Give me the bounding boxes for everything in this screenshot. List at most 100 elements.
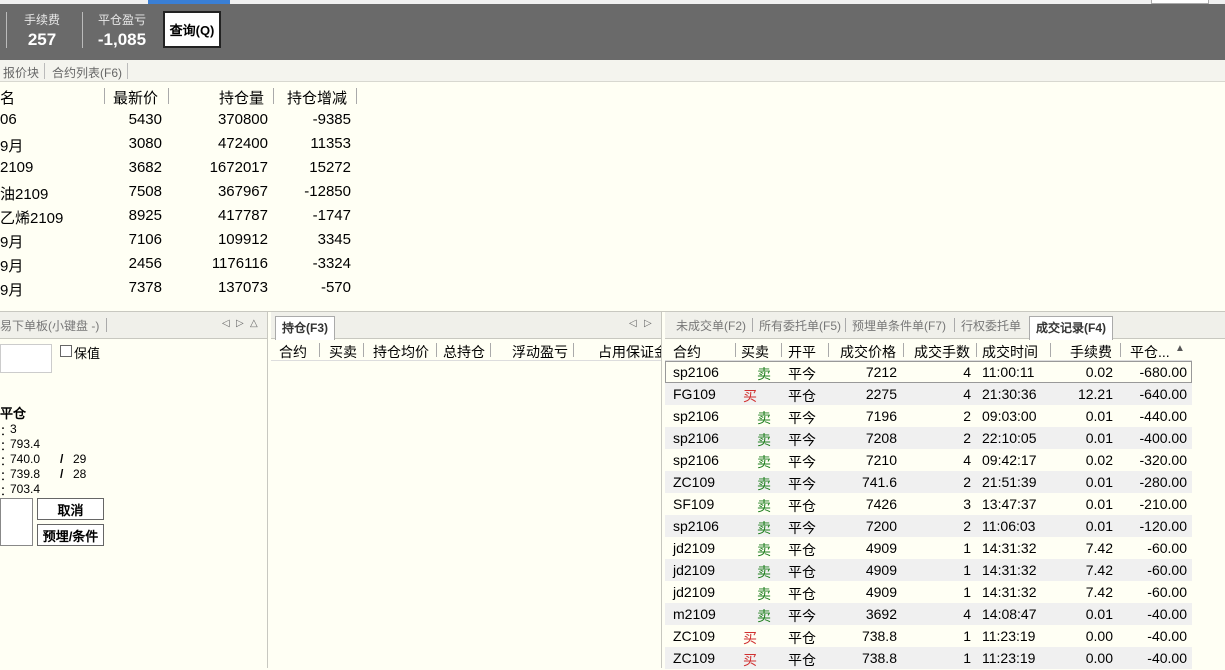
col-divider[interactable]: [273, 88, 274, 104]
trade-row[interactable]: jd2109 卖 平仓 4909 1 14:31:32 7.42 -60.00: [665, 581, 1192, 603]
col-floating-pnl[interactable]: 浮动盈亏: [512, 342, 568, 360]
col-divider[interactable]: [490, 343, 491, 357]
trade-close-pnl: -120.00: [1139, 518, 1187, 534]
trade-contract: jd2109: [673, 562, 716, 578]
order-panel-title[interactable]: 易下单板(小键盘 -): [0, 317, 99, 334]
tab-trade-records[interactable]: 成交记录(F4): [1029, 316, 1113, 340]
trade-row[interactable]: sp2106 卖 平今 7208 2 22:10:05 0.01 -400.00: [665, 427, 1192, 449]
col-divider[interactable]: [436, 343, 437, 357]
col-divider[interactable]: [828, 343, 829, 357]
scroll-left-icon[interactable]: ◁: [629, 318, 637, 329]
trade-row[interactable]: sp2106 卖 平今 7196 2 09:03:00 0.01 -440.00: [665, 405, 1192, 427]
preset-condition-button[interactable]: 预埋/条件: [37, 524, 104, 546]
trade-time: 11:00:11: [982, 364, 1035, 380]
col-side[interactable]: 买卖: [329, 342, 357, 360]
scroll-left-icon[interactable]: ◁: [222, 318, 230, 329]
quote-name: 9月: [0, 138, 24, 155]
quote-row[interactable]: 9月 3080 472400 11353: [0, 132, 360, 156]
tab-quote-block[interactable]: 报价块: [3, 64, 39, 81]
trade-row[interactable]: m2109 卖 平今 3692 4 14:08:47 0.01 -40.00: [665, 603, 1192, 625]
col-divider[interactable]: [976, 343, 977, 357]
trade-open-close: 平仓: [788, 388, 816, 404]
trade-row[interactable]: sp2106 卖 平今 7210 4 09:42:17 0.02 -320.00: [665, 449, 1192, 471]
scroll-right-icon[interactable]: ▷: [644, 318, 652, 329]
quantity-input[interactable]: [0, 498, 33, 546]
trade-time: 13:47:37: [982, 496, 1037, 512]
trade-open-close: 平仓: [788, 586, 816, 602]
col-fee[interactable]: 手续费: [1070, 342, 1112, 362]
trade-row[interactable]: FG109 买 平仓 2275 4 21:30:36 12.21 -640.00: [665, 383, 1192, 405]
col-close-pnl[interactable]: 平仓...: [1130, 342, 1170, 362]
col-name[interactable]: 名: [0, 87, 15, 108]
trade-row[interactable]: sp2106 卖 平今 7200 2 11:06:03 0.01 -120.00: [665, 515, 1192, 537]
col-divider[interactable]: [573, 343, 574, 357]
tab-contract-list[interactable]: 合约列表(F6): [52, 64, 122, 81]
quote-table-header: 名 最新价 持仓量 持仓增减: [0, 84, 360, 108]
sort-asc-icon[interactable]: ▲: [1175, 343, 1185, 354]
trade-row[interactable]: ZC109 卖 平今 741.6 2 21:51:39 0.01 -280.00: [665, 471, 1192, 493]
col-avg-price[interactable]: 持仓均价: [373, 342, 429, 360]
col-divider[interactable]: [781, 343, 782, 357]
trade-row[interactable]: jd2109 卖 平仓 4909 1 14:31:32 7.42 -60.00: [665, 537, 1192, 559]
quote-row[interactable]: 9月 2456 1176116 -3324: [0, 252, 360, 276]
divider: [6, 12, 7, 48]
tab-all-orders[interactable]: 所有委托单(F5): [759, 317, 841, 334]
trade-price: 7196: [865, 408, 897, 424]
col-divider[interactable]: [363, 343, 364, 357]
col-trade-price[interactable]: 成交价格: [840, 342, 896, 362]
cancel-button[interactable]: 取消: [37, 498, 104, 520]
col-open-close[interactable]: 开平: [788, 342, 816, 362]
trade-contract: sp2106: [673, 518, 719, 534]
price-input[interactable]: [0, 344, 52, 373]
col-trade-qty[interactable]: 成交手数: [914, 342, 970, 362]
tab-exercise-orders[interactable]: 行权委托单: [961, 317, 1021, 334]
quote-row[interactable]: 2109 3682 1672017 15272: [0, 156, 360, 180]
col-trade-time[interactable]: 成交时间: [982, 342, 1038, 362]
trade-side: 卖: [757, 608, 771, 624]
trade-qty: 1: [963, 628, 971, 644]
quote-row[interactable]: 9月 7106 109912 3345: [0, 228, 360, 252]
col-divider[interactable]: [356, 88, 357, 104]
trade-time: 21:30:36: [982, 386, 1037, 402]
trade-side: 卖: [757, 564, 771, 580]
trade-row[interactable]: ZC109 买 平仓 738.8 1 11:23:19 0.00 -40.00: [665, 647, 1192, 669]
keep-margin-checkbox[interactable]: [60, 345, 72, 357]
col-divider[interactable]: [168, 88, 169, 104]
trade-price: 7212: [865, 364, 897, 380]
col-divider[interactable]: [1050, 343, 1051, 357]
col-divider[interactable]: [319, 343, 320, 357]
quote-row[interactable]: 9月 7378 137073 -570: [0, 276, 360, 300]
order-line-value: 703.4: [10, 482, 41, 496]
col-divider[interactable]: [903, 343, 904, 357]
quote-open-interest: 137073: [217, 279, 268, 296]
trade-row[interactable]: SF109 卖 平仓 7426 3 13:47:37 0.01 -210.00: [665, 493, 1192, 515]
tab-positions[interactable]: 持仓(F3): [275, 316, 335, 340]
query-button[interactable]: 查询(Q): [163, 11, 221, 48]
col-margin[interactable]: 占用保证金: [598, 342, 661, 360]
position-panel-tabbar: 持仓(F3) ◁ ▷: [271, 312, 661, 340]
tab-preset-orders[interactable]: 预埋单条件单(F7): [852, 317, 946, 334]
quote-row[interactable]: 06 5430 370800 -9385: [0, 108, 360, 132]
col-divider[interactable]: [104, 88, 105, 104]
quote-row[interactable]: 油2109 7508 367967 -12850: [0, 180, 360, 204]
quote-name: 乙烯2109: [0, 210, 64, 227]
collapse-icon[interactable]: △: [250, 318, 258, 329]
trade-row[interactable]: ZC109 买 平仓 738.8 1 11:23:19 0.00 -40.00: [665, 625, 1192, 647]
quote-row[interactable]: 乙烯2109 8925 417787 -1747: [0, 204, 360, 228]
col-divider[interactable]: [1120, 343, 1121, 357]
col-last-price[interactable]: 最新价: [113, 87, 158, 108]
trade-row[interactable]: jd2109 卖 平仓 4909 1 14:31:32 7.42 -60.00: [665, 559, 1192, 581]
trade-close-pnl: -40.00: [1147, 606, 1187, 622]
col-side[interactable]: 买卖: [741, 342, 769, 362]
col-contract[interactable]: 合约: [279, 342, 307, 360]
col-divider[interactable]: [735, 343, 736, 357]
trade-row[interactable]: sp2106 卖 平今 7212 4 11:00:11 0.02 -680.00: [665, 361, 1192, 383]
scroll-right-icon[interactable]: ▷: [236, 318, 244, 329]
col-contract[interactable]: 合约: [673, 342, 701, 362]
col-total-position[interactable]: 总持仓: [443, 342, 485, 360]
col-open-interest[interactable]: 持仓量: [219, 87, 264, 108]
trade-close-pnl: -680.00: [1139, 364, 1187, 380]
quote-name: 2109: [0, 159, 34, 176]
col-oi-change[interactable]: 持仓增减: [287, 87, 347, 108]
tab-unfilled-orders[interactable]: 未成交单(F2): [676, 317, 746, 334]
